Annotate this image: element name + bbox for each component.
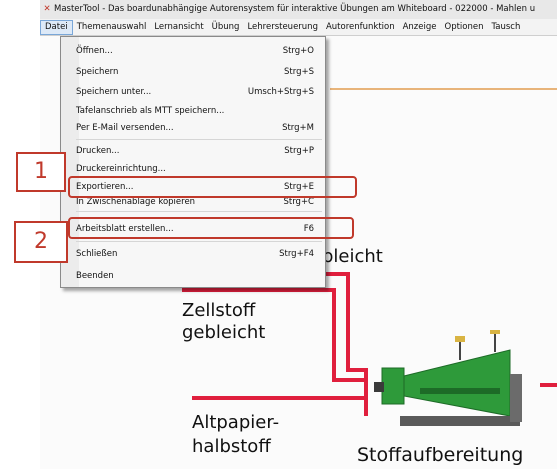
diagram-label-gebleicht: gebleicht: [182, 322, 266, 343]
arrow-altpapier: [192, 396, 366, 400]
menu-item-beenden[interactable]: Beenden: [76, 271, 322, 281]
menu-item-speichern-unter[interactable]: Speichern unter... Umsch+Strg+S: [76, 87, 322, 97]
arrow-zellstoff-horizontal: [182, 288, 334, 292]
machine-base: [400, 416, 520, 426]
menu-item-label: Per E-Mail versenden...: [76, 123, 174, 133]
menu-item-speichern[interactable]: Speichern Strg+S: [76, 67, 322, 77]
menu-item-druckereinrichtung[interactable]: Druckereinrichtung...: [76, 164, 322, 174]
menu-item-shortcut: Strg+C: [283, 197, 314, 207]
diagram-label-altpapier: Altpapier-: [192, 412, 280, 433]
file-menu-dropdown: Öffnen... Strg+O Speichern Strg+S Speicher…: [60, 36, 326, 288]
menu-autorenfunktion[interactable]: Autorenfunktion: [322, 19, 399, 35]
menu-datei[interactable]: Datei: [40, 20, 73, 35]
arrow-top-vertical: [346, 272, 350, 372]
machine-pin-right-cap: [490, 330, 500, 334]
menu-item-label: Schließen: [76, 249, 118, 259]
menu-item-shortcut: Strg+P: [284, 146, 314, 156]
machine-cone: [403, 349, 511, 417]
diagram-label-bleicht: bleicht: [322, 246, 383, 267]
machine-inlet-arrowheads: [364, 368, 368, 416]
menu-lernansicht[interactable]: Lernansicht: [150, 19, 207, 35]
menu-item-zwischenablage[interactable]: In Zwischenablage kopieren Strg+C: [76, 197, 322, 207]
menu-separator: [76, 211, 322, 212]
menu-item-shortcut: Strg+S: [284, 67, 314, 77]
menu-item-label: Öffnen...: [76, 46, 113, 56]
menu-item-label: Speichern unter...: [76, 87, 152, 97]
menu-item-shortcut: Strg+O: [282, 46, 314, 56]
menu-item-schliessen[interactable]: Schließen Strg+F4: [76, 249, 322, 259]
app-icon: ✕: [43, 4, 51, 14]
stoffaufbereitung-machine-icon: [364, 330, 522, 426]
callout-number-1: 1: [16, 152, 66, 192]
diagram-label-halbstoff: halbstoff: [192, 436, 271, 457]
menu-item-shortcut: Umsch+Strg+S: [247, 87, 314, 97]
diagram-label-zellstoff: Zellstoff: [182, 300, 256, 321]
arrow-zellstoff-vertical: [332, 288, 336, 382]
machine-pin-left-cap: [455, 336, 465, 342]
menu-uebung[interactable]: Übung: [208, 19, 244, 35]
menu-anzeige[interactable]: Anzeige: [399, 19, 441, 35]
menu-item-shortcut: Strg+M: [282, 123, 314, 133]
machine-shaft: [420, 388, 500, 394]
highlight-exportieren: [68, 176, 357, 198]
menu-item-shortcut: Strg+F4: [279, 249, 314, 259]
menu-item-email[interactable]: Per E-Mail versenden... Strg+M: [76, 123, 322, 133]
menu-item-label: Speichern: [76, 67, 119, 77]
menu-item-drucken[interactable]: Drucken... Strg+P: [76, 146, 322, 156]
menu-item-label: Beenden: [76, 271, 114, 281]
machine-coupling: [374, 382, 384, 392]
menu-lehrersteuerung[interactable]: Lehrersteuerung: [243, 19, 322, 35]
menu-item-label: In Zwischenablage kopieren: [76, 197, 196, 207]
menu-bar: Datei Themenauswahl Lernansicht Übung Lehrer…: [40, 19, 557, 36]
menu-themenauswahl[interactable]: Themenauswahl: [73, 19, 151, 35]
diagram-label-stoffaufbereitung: Stoffaufbereitung: [357, 444, 524, 466]
divider-line: [330, 88, 557, 90]
menu-item-label: Druckereinrichtung...: [76, 164, 166, 174]
menu-separator: [76, 241, 322, 242]
window-title-bar: ✕ MasterTool - Das boardunabhängige Autor…: [40, 0, 557, 19]
menu-separator: [76, 139, 322, 140]
machine-motor: [381, 367, 405, 405]
menu-item-tafelanschrieb[interactable]: Tafelanschrieb als MTT speichern...: [76, 106, 322, 116]
menu-item-oeffnen[interactable]: Öffnen... Strg+O: [76, 46, 322, 56]
arrow-output: [540, 383, 557, 387]
window-title: MasterTool - Das boardunabhängige Autore…: [54, 4, 536, 14]
menu-optionen[interactable]: Optionen: [441, 19, 488, 35]
highlight-arbeitsblatt: [68, 217, 354, 239]
menu-item-label: Drucken...: [76, 146, 120, 156]
menu-tausch[interactable]: Tausch: [488, 19, 525, 35]
machine-outlet: [510, 374, 522, 422]
callout-number-2: 2: [14, 221, 68, 263]
menu-item-label: Tafelanschrieb als MTT speichern...: [76, 106, 225, 116]
